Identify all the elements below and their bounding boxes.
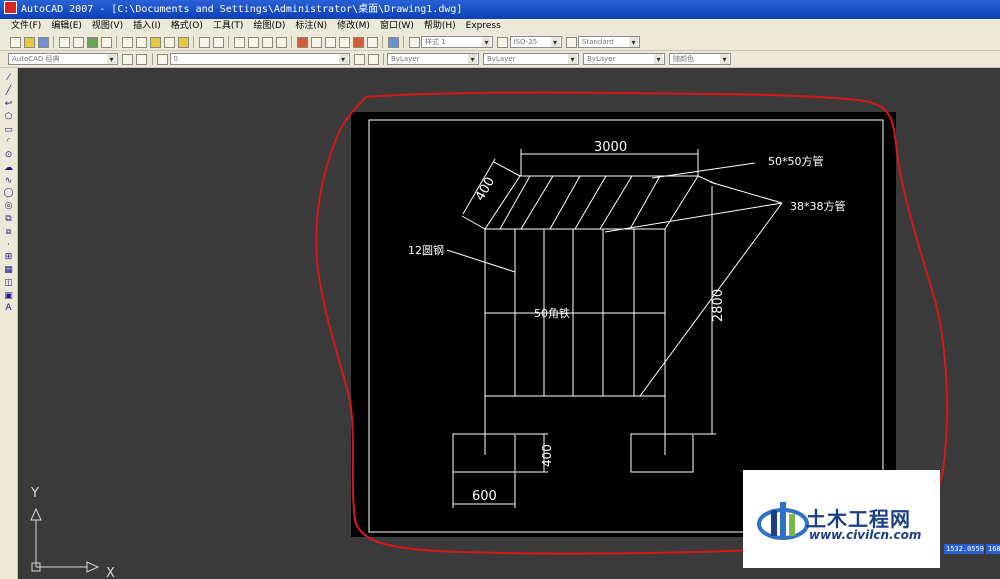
dim-text-footing-width: 600 (472, 489, 497, 504)
watermark-url: www.civilcn.com (809, 528, 922, 542)
right-footing (630, 433, 694, 473)
roof-rib (574, 175, 607, 230)
dim-text-height: 2800 (711, 289, 726, 322)
civilcn-logo-icon (757, 502, 809, 540)
dim-ext-depth-top (493, 161, 521, 177)
coordinate-x-readout: 1532.0559 (944, 544, 984, 554)
roof-rib (629, 175, 661, 230)
label-angle-iron: 50角铁 (534, 307, 570, 320)
left-footing (452, 433, 516, 473)
watermark-logo: 土木工程网 www.civilcn.com (743, 470, 940, 568)
roof-panel (484, 175, 699, 230)
dim-ext-depth-bottom (461, 215, 486, 230)
label-round-steel: 12圆钢 (408, 244, 444, 257)
dim-text-depth: 400 (473, 175, 498, 204)
roof-rib (599, 175, 633, 230)
leader-tube50 (651, 162, 756, 179)
roof-rib (549, 175, 581, 230)
label-tube50: 50*50方管 (768, 154, 824, 168)
leader-tube38-a (709, 181, 783, 204)
coordinate-y-readout: 168. (986, 544, 1000, 554)
dim-text-footing-height: 400 (540, 444, 554, 467)
leader-tube38-b (604, 202, 783, 233)
leader-round-steel (446, 249, 516, 273)
dim-text-width: 3000 (594, 140, 627, 155)
label-tube38: 38*38方管 (790, 199, 846, 213)
